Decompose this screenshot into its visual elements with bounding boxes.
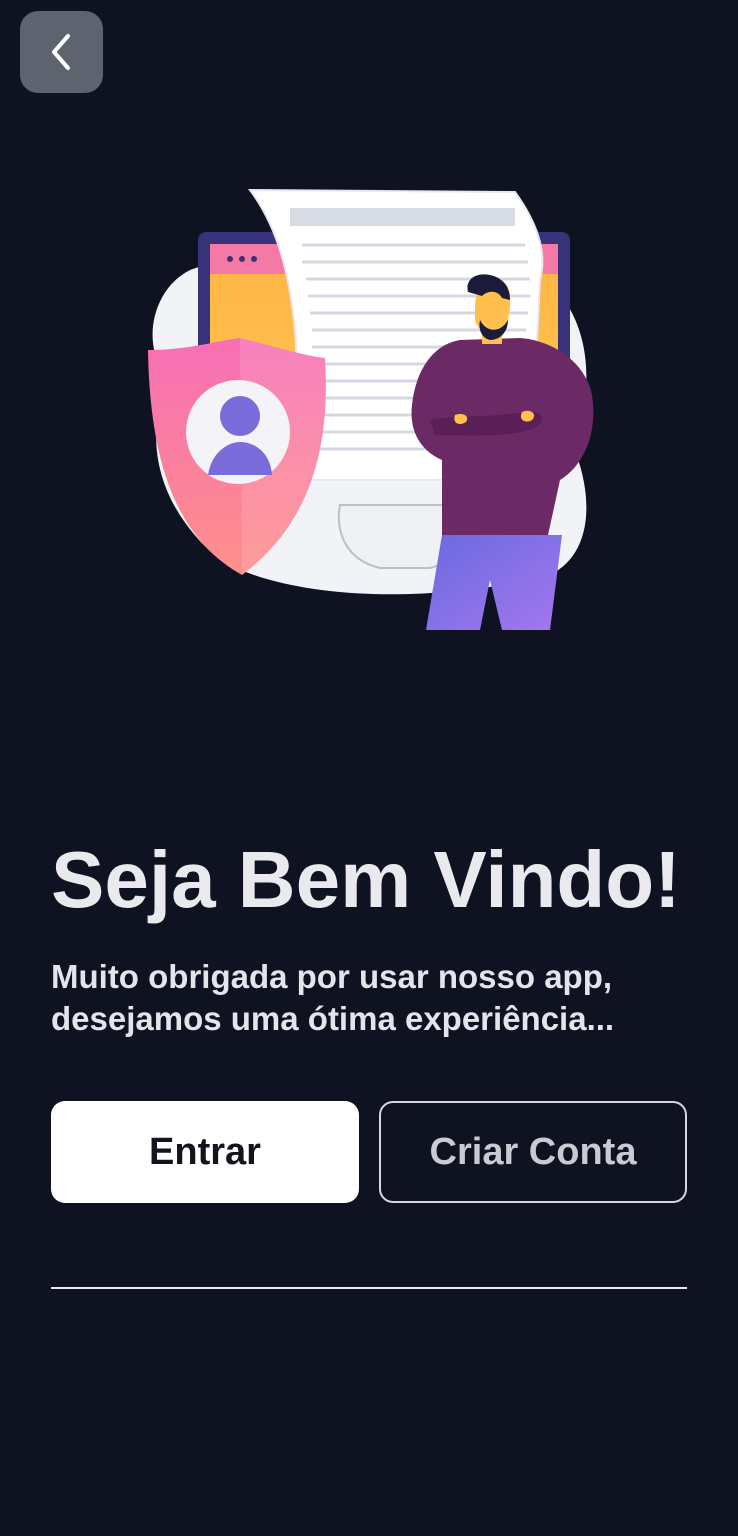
security-illustration: [148, 188, 594, 630]
login-button[interactable]: Entrar: [51, 1101, 359, 1203]
user-avatar-icon: [220, 396, 260, 436]
welcome-subtitle: Muito obrigada por usar nosso app, desej…: [51, 958, 615, 1037]
chevron-left-icon: [51, 34, 70, 70]
welcome-title: Seja Bem Vindo!: [51, 835, 681, 924]
back-button[interactable]: [20, 11, 103, 93]
man-pants: [426, 535, 562, 630]
create-account-button[interactable]: Criar Conta: [379, 1101, 687, 1203]
divider: [51, 1287, 687, 1289]
